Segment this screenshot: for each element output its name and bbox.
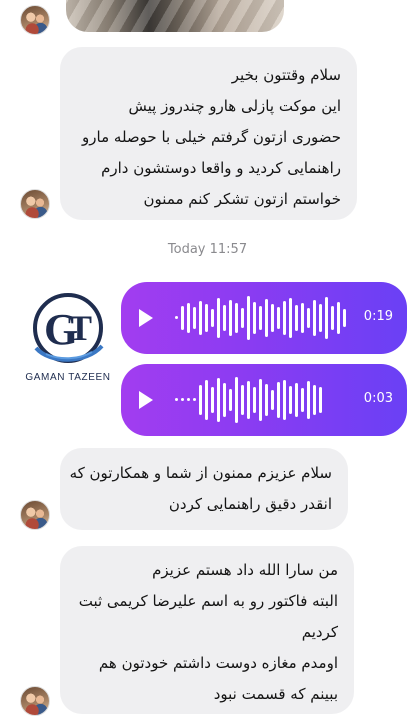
waveform[interactable] — [173, 282, 363, 354]
waveform-bar — [205, 304, 208, 332]
message-text-line: اومدم مغازه دوست داشتم خودتون هم — [98, 654, 338, 672]
waveform-bar — [337, 302, 340, 334]
waveform-bar — [199, 301, 202, 335]
waveform-bar — [193, 398, 196, 401]
message-text-line: سلام وقتتون بخیر — [231, 66, 341, 84]
play-icon[interactable] — [139, 309, 153, 327]
waveform-bar — [205, 380, 208, 420]
message-timestamp: Today 11:57 — [167, 242, 248, 257]
waveform-bar — [223, 305, 226, 331]
waveform-bar — [175, 398, 178, 401]
waveform-bar — [289, 386, 292, 414]
incoming-message-bubble[interactable]: سلام عزیزم ممنون از شما و همکارتون که ان… — [60, 448, 348, 530]
waveform-bar — [271, 304, 274, 332]
waveform-bar — [235, 377, 238, 423]
voice-duration: 0:19 — [363, 309, 393, 324]
waveform-bar — [247, 381, 250, 419]
waveform-bar — [277, 307, 280, 329]
contact-avatar[interactable] — [20, 500, 50, 530]
waveform-bar — [241, 385, 244, 415]
message-text-line: راهنمایی کردید و واقعا دوستشون دارم — [101, 159, 341, 177]
message-text-line: من سارا الله داد هستم عزیزم — [152, 561, 338, 579]
message-text-line: حضوری ازتون گرفتم خیلی با حوصله مارو — [82, 128, 341, 146]
waveform-bar — [199, 385, 202, 415]
waveform-bar — [253, 302, 256, 334]
waveform-bar — [265, 384, 268, 416]
contact-avatar[interactable] — [20, 686, 50, 716]
incoming-message-bubble[interactable]: سلام وقتتون بخیر این موکت پازلی هارو چند… — [60, 47, 357, 220]
waveform-bar — [193, 307, 196, 329]
waveform-bar — [259, 379, 262, 421]
message-text-line: البته فاکتور رو به اسم علیرضا کریمی ثبت — [78, 592, 338, 610]
waveform-bar — [181, 398, 184, 401]
waveform-bar — [343, 309, 346, 327]
waveform-bar — [271, 390, 274, 410]
waveform-bar — [283, 301, 286, 335]
waveform-bar — [307, 308, 310, 328]
waveform-bar — [331, 306, 334, 330]
voice-duration: 0:03 — [363, 391, 393, 406]
waveform-bar — [187, 398, 190, 401]
contact-avatar[interactable] — [20, 5, 50, 35]
waveform-bar — [301, 303, 304, 333]
waveform-bar — [229, 389, 232, 411]
waveform-bar — [313, 385, 316, 415]
message-text-line: انقدر دقیق راهنمایی کردن — [168, 495, 332, 513]
waveform-bar — [211, 309, 214, 327]
message-text-line: ببینم که قسمت نبود — [213, 685, 338, 703]
waveform-bar — [295, 383, 298, 417]
waveform-bar — [217, 298, 220, 338]
waveform-bar — [259, 306, 262, 330]
waveform[interactable] — [173, 364, 363, 436]
waveform-bar — [211, 387, 214, 413]
waveform-bar — [175, 316, 178, 319]
waveform-bar — [247, 296, 250, 340]
waveform-bar — [265, 299, 268, 337]
voice-message[interactable]: 0:19 — [121, 282, 407, 354]
waveform-bar — [277, 382, 280, 418]
waveform-bar — [325, 297, 328, 339]
waveform-bar — [289, 298, 292, 338]
waveform-bar — [319, 304, 322, 332]
waveform-bar — [241, 308, 244, 328]
sender-logo: G T GAMAN TAZEEN — [16, 290, 120, 390]
waveform-bar — [283, 380, 286, 420]
waveform-bar — [313, 300, 316, 336]
waveform-bar — [187, 303, 190, 333]
image-message-preview[interactable] — [66, 0, 284, 32]
waveform-bar — [301, 388, 304, 412]
waveform-bar — [295, 305, 298, 331]
waveform-bar — [229, 300, 232, 336]
message-text-line: این موکت پازلی هارو چندروز پیش — [128, 97, 341, 115]
contact-avatar[interactable] — [20, 189, 50, 219]
svg-text:T: T — [68, 308, 92, 348]
message-text-line: سلام عزیزم ممنون از شما و همکارتون که — [69, 464, 332, 482]
waveform-bar — [319, 387, 322, 413]
waveform-bar — [181, 306, 184, 330]
waveform-bar — [307, 381, 310, 419]
waveform-bar — [253, 387, 256, 413]
voice-message[interactable]: 0:03 — [121, 364, 407, 436]
waveform-bar — [217, 378, 220, 422]
message-text-line: خواستم ازتون تشکر کنم ممنون — [143, 190, 341, 208]
waveform-bar — [235, 303, 238, 333]
incoming-message-bubble[interactable]: من سارا الله داد هستم عزیزم البته فاکتور… — [60, 546, 354, 714]
waveform-bar — [223, 383, 226, 417]
message-text-line: کردیم — [301, 623, 338, 641]
play-icon[interactable] — [139, 391, 153, 409]
gaman-tazeen-logo-icon: G T — [33, 293, 104, 363]
sender-logo-text: GAMAN TAZEEN — [25, 372, 111, 383]
